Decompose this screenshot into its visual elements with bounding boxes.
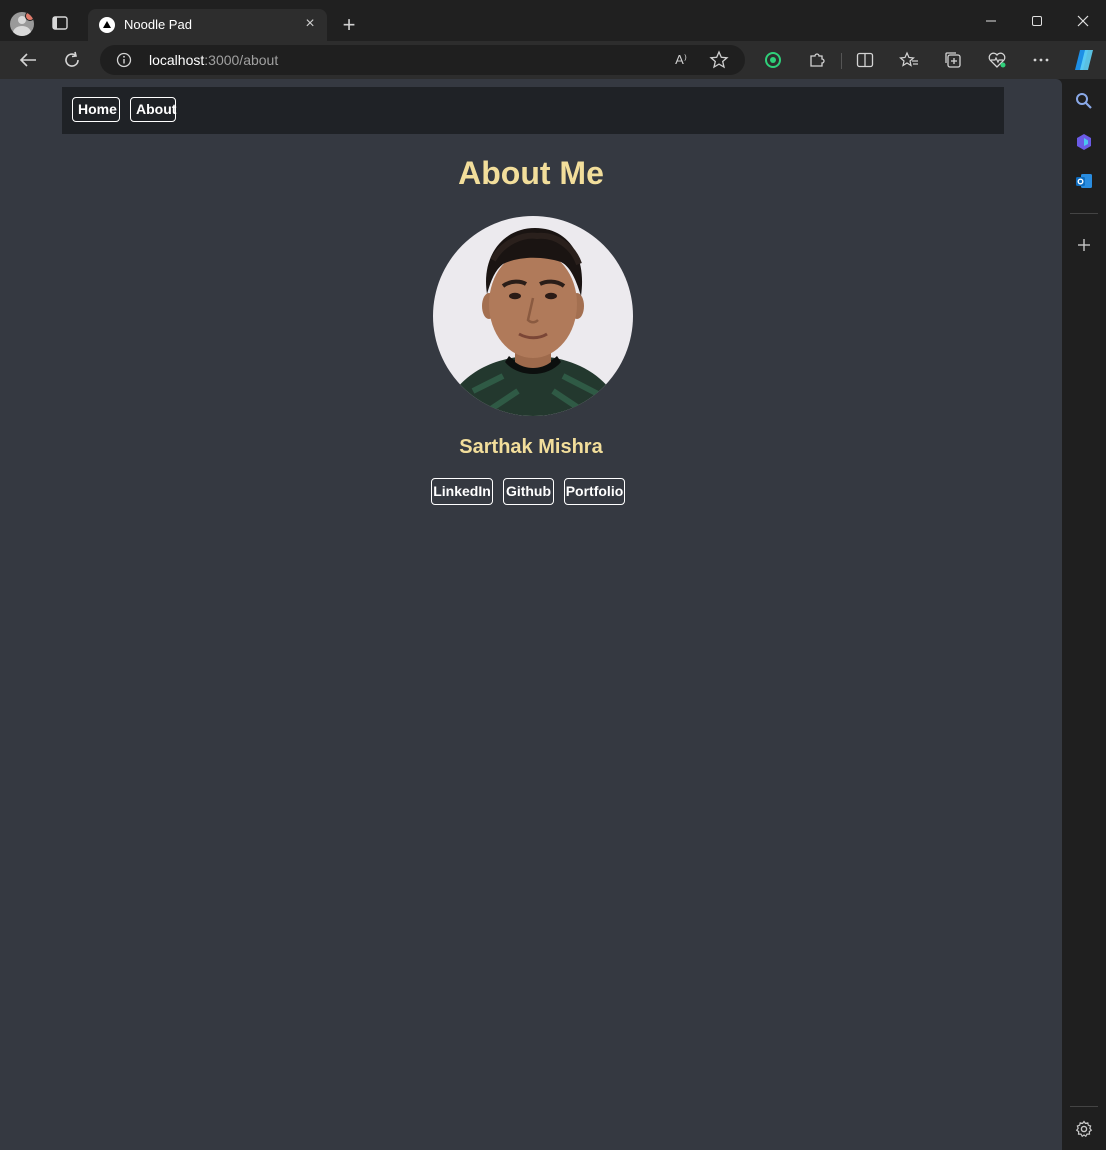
site-favicon — [99, 17, 115, 33]
browser-essentials-icon[interactable] — [985, 49, 1009, 71]
puzzle-icon[interactable] — [805, 49, 829, 71]
read-aloud-icon[interactable]: A⁾ — [670, 50, 692, 70]
tab-title: Noodle Pad — [124, 17, 192, 32]
profile-icon[interactable] — [10, 12, 34, 36]
plus-icon[interactable] — [1072, 233, 1096, 257]
person-name: Sarthak Mishra — [459, 436, 603, 458]
page-title: About Me — [458, 155, 604, 191]
minimize-icon[interactable] — [968, 8, 1014, 34]
more-icon[interactable] — [1029, 49, 1053, 71]
url-host: localhost — [149, 52, 205, 68]
url-path: :3000/about — [204, 52, 279, 68]
browser-toolbar: localhost:3000/about A⁾ — [0, 41, 1106, 79]
window-close-icon[interactable] — [1060, 8, 1106, 34]
search-icon[interactable] — [1072, 89, 1096, 113]
browser-sidebar — [1062, 79, 1106, 1150]
linkedin-button[interactable]: LinkedIn — [431, 478, 493, 505]
back-arrow-icon[interactable] — [16, 49, 40, 71]
github-button[interactable]: Github — [503, 478, 554, 505]
gear-icon[interactable] — [1072, 1117, 1096, 1141]
info-icon[interactable] — [116, 52, 132, 68]
about-button[interactable]: About — [130, 97, 176, 122]
split-screen-icon[interactable] — [853, 49, 877, 71]
collections-icon[interactable] — [941, 49, 965, 71]
copilot-icon[interactable] — [1070, 47, 1098, 73]
address-bar[interactable]: localhost:3000/about A⁾ — [100, 45, 745, 75]
portfolio-button[interactable]: Portfolio — [564, 478, 625, 505]
reload-icon[interactable] — [60, 49, 84, 71]
site-navbar: Home About — [62, 87, 1004, 134]
favorites-icon[interactable] — [897, 49, 921, 71]
tab-actions-icon[interactable] — [52, 16, 68, 30]
sidebar-divider — [1070, 213, 1098, 214]
plus-icon[interactable]: + — [338, 14, 360, 36]
outlook-icon[interactable] — [1072, 169, 1096, 193]
extension-icon[interactable] — [761, 49, 785, 71]
copilot-icon[interactable] — [1072, 130, 1096, 154]
browser-titlebar: Noodle Pad × + — [0, 0, 1106, 41]
avatar — [433, 216, 633, 416]
page-viewport: Home About About Me Sarthak Mishra Linke… — [0, 79, 1062, 1150]
star-icon[interactable] — [709, 50, 731, 70]
close-icon[interactable]: × — [301, 15, 319, 33]
home-button[interactable]: Home — [72, 97, 120, 122]
toolbar-divider — [841, 53, 842, 69]
sidebar-divider — [1070, 1106, 1098, 1107]
browser-tab[interactable]: Noodle Pad × — [88, 9, 327, 41]
maximize-icon[interactable] — [1014, 8, 1060, 34]
url-text[interactable]: localhost:3000/about — [149, 52, 278, 68]
